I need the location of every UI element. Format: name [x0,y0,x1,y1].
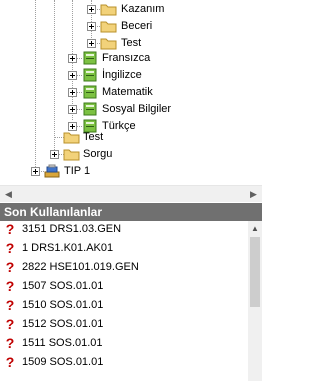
question-mark-icon: ? [5,354,15,370]
tree-node-label: Matematik [102,86,153,98]
question-mark-icon: ? [5,335,15,351]
expand-icon[interactable] [68,71,77,80]
tree-node-tip1[interactable]: TIP 1 [0,163,262,180]
tree-node-label: Test [121,37,142,49]
tree-node-label: Sosyal Bilgiler [102,103,172,115]
tree-node-label: Test [83,131,104,143]
recent-item[interactable]: ? 1510 SOS.01.01 [0,297,248,314]
tree-node-beceri[interactable]: Beceri [0,18,262,35]
tree-node-label: Kazanım [121,3,165,15]
recent-item[interactable]: ? 1 DRS1.K01.AK01 [0,240,248,257]
question-mark-icon: ? [5,221,15,237]
recent-list[interactable]: ? 3151 DRS1.03.GEN ? 1 DRS1.K01.AK01 ? 2… [0,221,248,381]
recent-item[interactable]: ? 1507 SOS.01.01 [0,278,248,295]
folder-icon [100,38,117,50]
recent-item[interactable]: ? 2822 HSE101.019.GEN [0,259,248,276]
book-icon [83,85,97,99]
recent-item-label: 1510 SOS.01.01 [22,299,104,311]
tree-node-label: İngilizce [102,69,142,81]
expand-icon[interactable] [68,88,77,97]
horizontal-scrollbar[interactable]: ◀ ▶ [0,185,262,202]
tree-node-sosyal-bilgiler[interactable]: Sosyal Bilgiler [0,101,262,118]
recent-item-label: 2822 HSE101.019.GEN [22,261,139,273]
recent-item[interactable]: ? 1509 SOS.01.01 [0,354,248,371]
recent-item[interactable]: ? 1512 SOS.01.01 [0,316,248,333]
expand-icon[interactable] [68,105,77,114]
book-icon [83,68,97,82]
expand-icon[interactable] [87,5,96,14]
folder-icon [100,4,117,16]
tree-node-kazanim[interactable]: Kazanım [0,1,262,18]
recent-item[interactable]: ? 3151 DRS1.03.GEN [0,221,248,238]
recent-item-label: 3151 DRS1.03.GEN [22,223,122,235]
recent-item-label: 1509 SOS.01.01 [22,356,104,368]
recent-item-label: 1512 SOS.01.01 [22,318,104,330]
expand-icon[interactable] [31,167,40,176]
question-mark-icon: ? [5,316,15,332]
book-icon [83,51,97,65]
question-mark-icon: ? [5,259,15,275]
tree-node-label: Fransızca [102,52,151,64]
tree-node-label: TIP 1 [64,165,91,177]
vertical-scrollbar[interactable]: ▲ [248,221,262,381]
tree-node-label: Sorgu [83,148,113,160]
folder-icon [63,149,80,161]
recent-item-label: 1507 SOS.01.01 [22,280,104,292]
question-mark-icon: ? [5,297,15,313]
folder-icon [100,21,117,33]
expand-icon[interactable] [87,22,96,31]
recent-item[interactable]: ? 1511 SOS.01.01 [0,335,248,352]
tree-node-fransizca[interactable]: Fransızca [0,50,262,67]
tree-node-test-outer[interactable]: Test [0,129,262,146]
scroll-left-icon[interactable]: ◀ [0,186,17,203]
recent-item-label: 1 DRS1.K01.AK01 [22,242,114,254]
recent-item-label: 1511 SOS.01.01 [22,337,103,349]
tree-node-label: Beceri [121,20,153,32]
scroll-right-icon[interactable]: ▶ [245,186,262,203]
tree-node-sorgu[interactable]: Sorgu [0,146,262,163]
tree-node-ingilizce[interactable]: İngilizce [0,67,262,84]
tree-node-matematik[interactable]: Matematik [0,84,262,101]
question-mark-icon: ? [5,278,15,294]
scroll-up-icon[interactable]: ▲ [248,221,262,235]
question-mark-icon: ? [5,240,15,256]
recent-panel-title: Son Kullanılanlar [0,203,262,221]
scroll-thumb[interactable] [250,237,260,307]
expand-icon[interactable] [50,150,59,159]
expand-icon[interactable] [68,54,77,63]
expand-icon[interactable] [87,39,96,48]
book-icon [83,102,97,116]
category-tree[interactable]: Kazanım Beceri Test Fransızca İngilizce … [0,0,262,185]
folder-icon [63,132,80,144]
grade-level-icon [44,164,60,178]
